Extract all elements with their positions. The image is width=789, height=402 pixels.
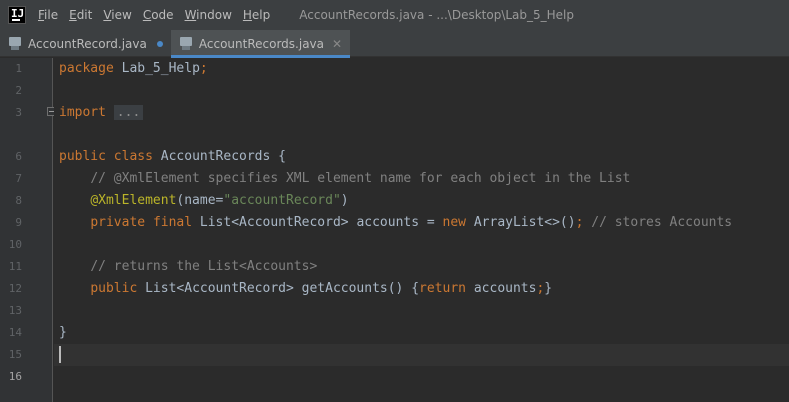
line-number-gutter[interactable]: 1 2 3 6 7 8 9 10 11 12 13 14 15 16 [0,58,53,402]
tab-accountrecord-java[interactable]: AccountRecord.java [0,30,171,57]
menu-help[interactable]: Help [243,0,270,30]
line-number: 8 [15,194,22,207]
line-number: 11 [8,260,22,273]
window-title: AccountRecords.java - ...\Desktop\Lab_5_… [299,8,575,22]
code-line: public class AccountRecords { [59,149,286,164]
tab-accountrecords-java[interactable]: AccountRecords.java ✕ [170,30,351,58]
line-number: 10 [8,238,22,251]
title-bar: IJ File Edit View Code Window Help Accou… [0,0,789,30]
text-caret [59,346,61,363]
line-number: 13 [8,304,22,317]
code-editor[interactable]: package Lab_5_Help; import ... public cl… [54,58,789,402]
line-number: 1 [15,62,22,75]
line-number: 7 [15,172,22,185]
tab-label: AccountRecord.java [28,36,147,51]
line-number: 14 [8,326,22,339]
line-number: 3 [15,106,22,119]
close-icon[interactable]: ✕ [332,37,342,51]
code-line: // returns the List<Accounts> [90,259,318,274]
code-line: @XmlElement(name="accountRecord") [90,193,349,208]
code-line: import ... [59,102,144,124]
menu-file[interactable]: File [38,0,58,30]
code-line: } [59,325,67,340]
editor-tab-bar: AccountRecord.java AccountRecords.java ✕ [0,30,789,58]
line-number: 15 [8,348,22,361]
current-line-highlight [54,344,789,366]
folded-imports-placeholder[interactable]: ... [113,105,144,120]
java-file-icon [8,36,22,51]
line-number: 12 [8,282,22,295]
tab-label: AccountRecords.java [198,36,324,51]
code-line: private final List<AccountRecord> accoun… [90,215,733,230]
menu-code[interactable]: Code [143,0,174,30]
line-number: 9 [15,216,22,229]
menu-window[interactable]: Window [185,0,232,30]
line-number: 16 [8,370,22,383]
intellij-logo-icon[interactable]: IJ [8,6,26,24]
code-line: package Lab_5_Help; [59,61,208,76]
java-file-icon [179,36,193,51]
code-line: public List<AccountRecord> getAccounts()… [90,281,553,296]
code-line: // @XmlElement specifies XML element nam… [90,171,631,186]
menu-view[interactable]: View [103,0,131,30]
line-number: 2 [15,84,22,97]
line-number: 6 [15,150,22,163]
menu-edit[interactable]: Edit [69,0,92,30]
modified-indicator-icon [156,40,163,47]
